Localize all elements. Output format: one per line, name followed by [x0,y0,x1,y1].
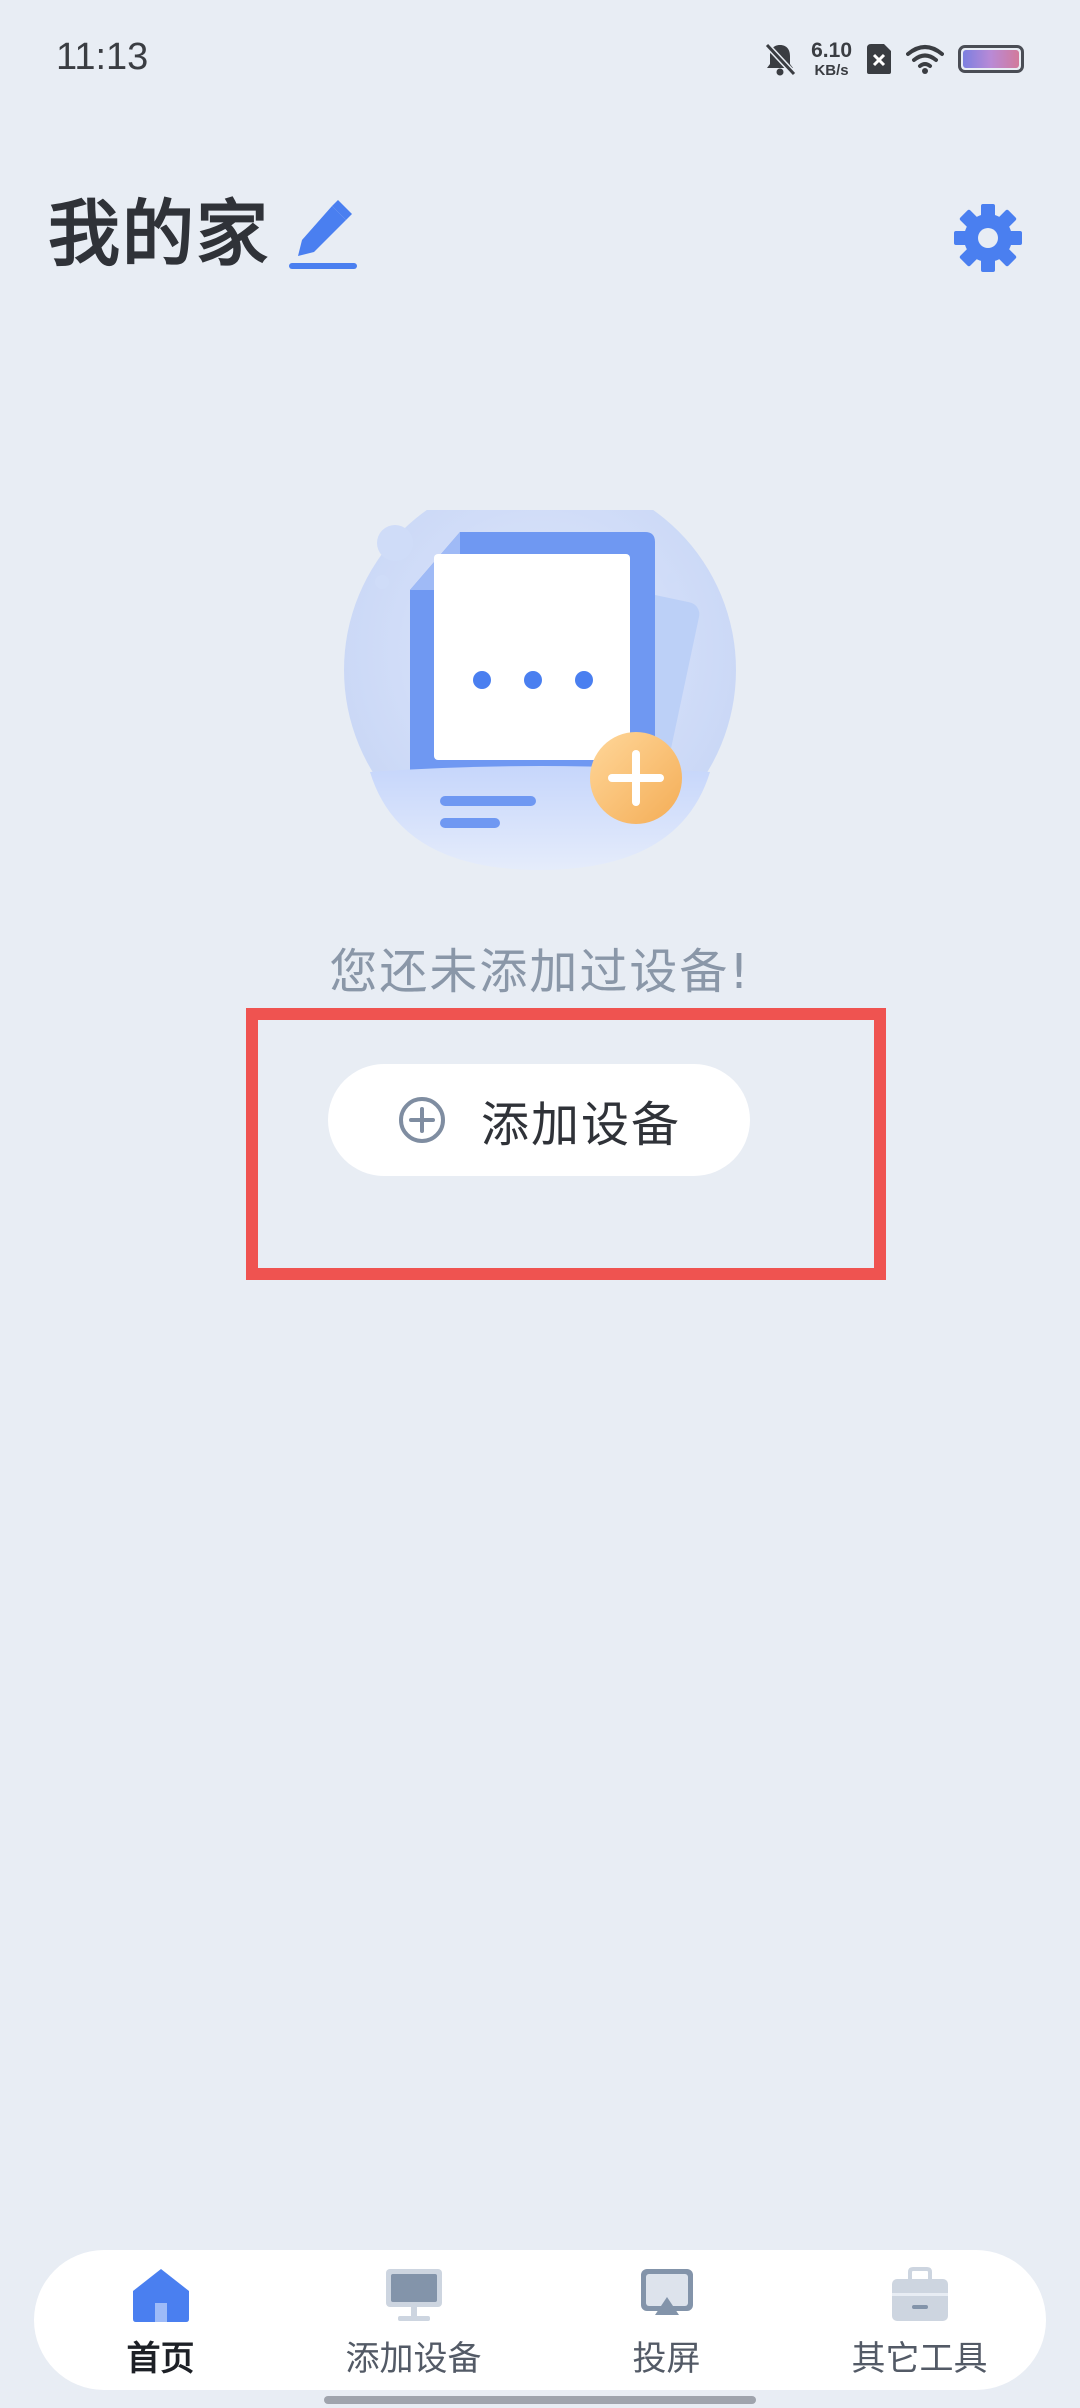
nav-label-cast: 投屏 [632,2338,701,2379]
pencil-icon [289,200,357,269]
settings-button[interactable] [952,202,1024,274]
home-icon [132,2268,189,2322]
gear-icon [954,204,1022,272]
add-device-button-label: 添加设备 [480,1097,681,1153]
nav-item-home[interactable]: 首页 [34,2261,287,2380]
plus-circle-icon [398,1097,445,1143]
edit-title-button[interactable] [288,200,358,272]
status-icons: 6.10 KB/s [763,40,1024,78]
cast-screen-icon [640,2268,693,2315]
page-title: 我的家 [48,192,271,276]
wifi-icon [906,45,944,74]
net-speed: 6.10 KB/s [811,40,852,78]
bell-muted-icon [764,42,797,77]
nav-label-add-device: 添加设备 [345,2338,482,2379]
status-time: 11:13 [56,36,149,78]
nav-item-add-device[interactable]: 添加设备 [287,2261,540,2380]
bottom-nav: 首页 添加设备 投屏 其它工具 [34,2250,1046,2390]
add-device-button[interactable]: 添加设备 [328,1064,750,1176]
nav-label-home: 首页 [126,2338,195,2379]
status-bar: 11:13 6.10 KB/s [0,0,1080,130]
home-indicator[interactable] [324,2396,756,2404]
empty-state-message: 您还未添加过设备! [329,944,751,1000]
monitor-icon [385,2268,442,2321]
net-speed-unit: KB/s [814,62,849,79]
nav-label-tools: 其它工具 [851,2338,988,2379]
battery-level [963,50,1019,68]
toolbox-icon [891,2266,948,2321]
net-speed-value: 6.10 [811,39,852,62]
nav-item-tools[interactable]: 其它工具 [793,2261,1046,2380]
sim-off-icon [867,44,891,74]
empty-document-icon [344,474,736,870]
empty-illustration [330,474,750,890]
battery-icon [958,45,1024,73]
nav-item-cast[interactable]: 投屏 [540,2261,793,2380]
